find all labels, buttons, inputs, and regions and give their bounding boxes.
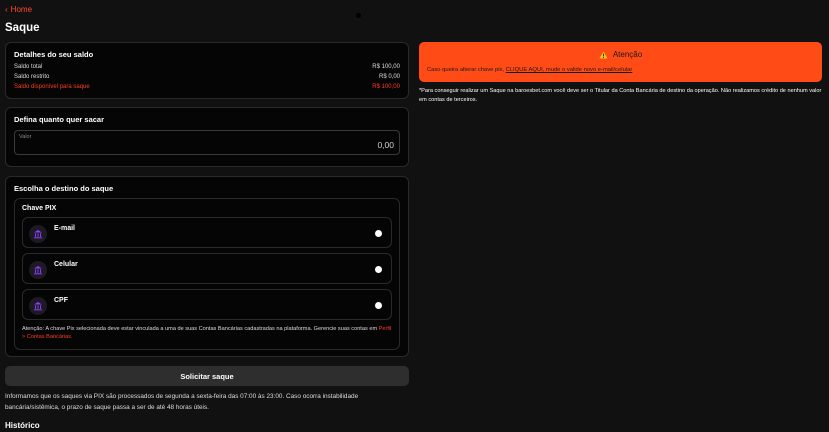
balance-row-restricted: Saldo restrito R$ 0,00 [14,74,400,80]
pix-option-radio[interactable] [375,266,382,273]
amount-input[interactable]: Valor 0,00 [14,130,400,155]
pix-option-label: Celular [54,261,78,268]
balance-title: Detalhes do seu saldo [14,50,94,59]
status-dot [356,13,361,18]
balance-row-available: Saldo disponível para saque R$ 100,00 [14,84,400,90]
withdraw-info-text: Informamos que os saques via PIX são pro… [5,393,359,411]
history-title: Histórico [5,421,40,430]
withdraw-amount-card: Defina quanto quer sacar Valor 0,00 [5,107,409,167]
pix-option-radio[interactable] [375,302,382,309]
balance-value: R$ 100,00 [372,84,400,90]
home-link[interactable]: ‹ Home [5,5,32,14]
pix-option-label: E-mail [54,225,76,232]
bank-icon [29,225,47,243]
bank-icon [29,297,47,315]
attention-text: Caso queira alterar chave pix, [427,67,505,73]
home-link-label: Home [10,5,33,14]
balance-value: R$ 100,00 [372,64,400,70]
balance-label: Saldo disponível para saque [14,84,90,90]
warning-icon [599,50,608,59]
pix-key-note: Atenção: A chave Pix selecionada deve es… [22,325,392,341]
pix-note-text: Atenção: A chave Pix selecionada deve es… [22,326,378,332]
attention-header: Atenção [419,50,822,59]
pix-option-label: CPF [54,297,68,304]
attention-banner: Atenção Caso queira alterar chave pix, C… [419,42,822,82]
pix-option-email[interactable]: E-mail [22,217,392,248]
change-pix-key-link[interactable]: CLIQUE AQUI, mude o valide novo e-mail/c… [506,67,633,73]
balance-label: Saldo total [14,64,43,70]
pix-key-title: Chave PIX [22,205,57,212]
third-party-note: *Para conseguir realizar um Saque na bar… [419,88,822,103]
request-withdraw-button[interactable]: Solicitar saque [5,366,409,386]
pix-option-radio[interactable] [375,230,382,237]
balance-details-card: Detalhes do seu saldo Saldo total R$ 100… [5,42,409,99]
pix-option-phone[interactable]: Celular [22,253,392,284]
pix-key-box: Chave PIX E-mail Celular CPF Atenção: A … [14,198,400,350]
withdraw-destination-card: Escolha o destino do saque Chave PIX E-m… [5,176,409,357]
chevron-left-icon: ‹ [5,5,8,14]
page-title: Saque [5,22,40,34]
pix-option-cpf[interactable]: CPF [22,289,392,320]
attention-title: Atenção [612,50,643,59]
amount-value: 0,00 [377,140,394,150]
amount-label: Valor [19,134,32,140]
balance-row-total: Saldo total R$ 100,00 [14,64,400,70]
destination-title: Escolha o destino do saque [14,184,114,193]
attention-body: Caso queira alterar chave pix, CLIQUE AQ… [427,67,632,73]
bank-icon [29,261,47,279]
balance-label: Saldo restrito [14,74,50,80]
balance-value: R$ 0,00 [378,74,400,80]
amount-title: Defina quanto quer sacar [14,115,105,124]
